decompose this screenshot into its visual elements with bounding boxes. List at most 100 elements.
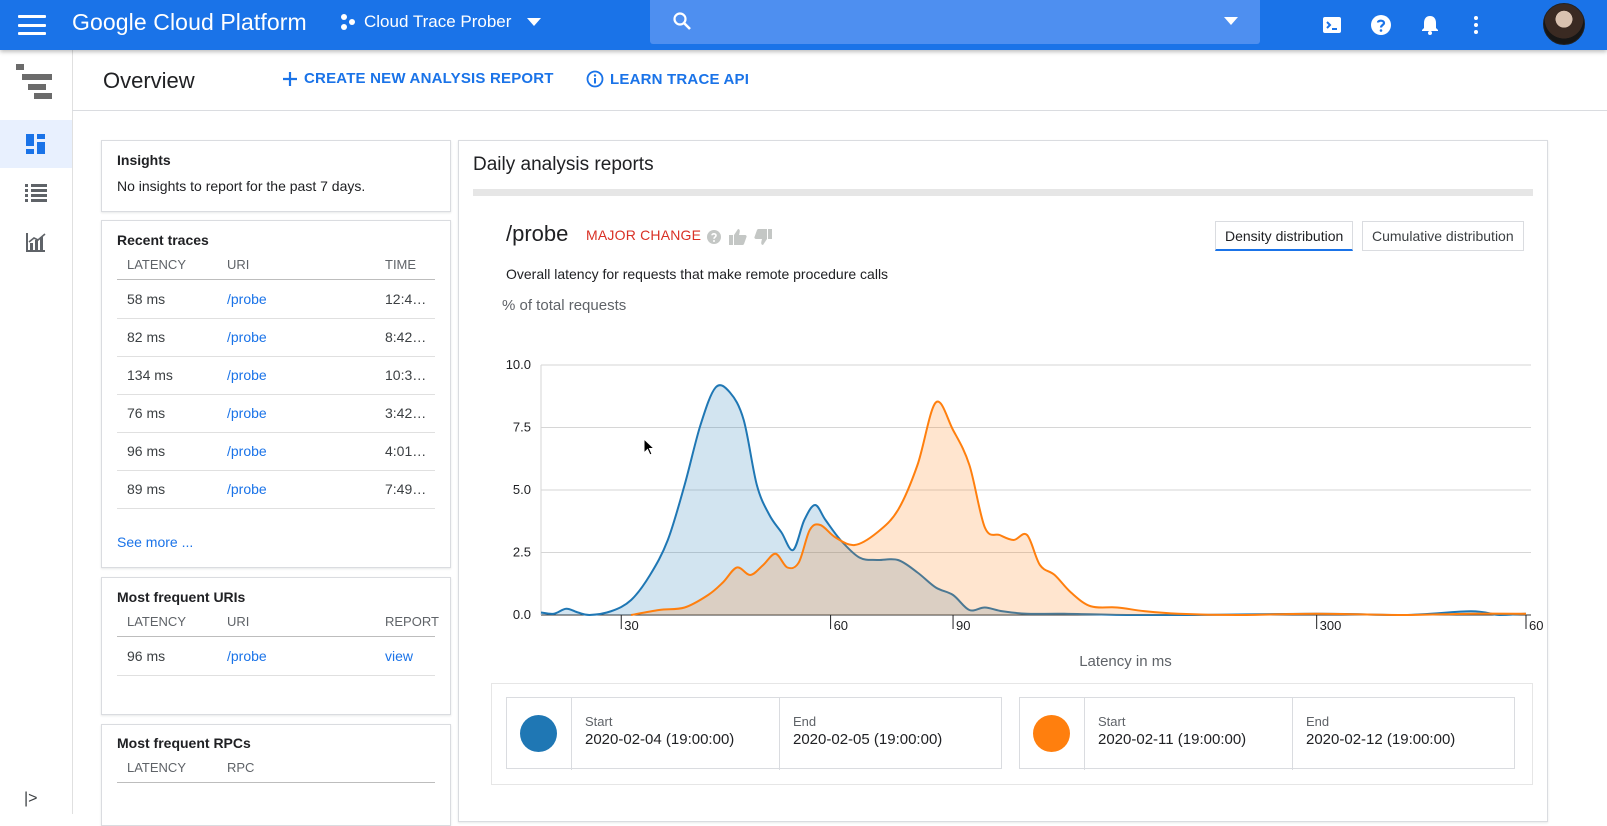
- learn-trace-api-button[interactable]: LEARN TRACE API: [586, 70, 749, 88]
- help-icon[interactable]: [706, 229, 722, 245]
- search-dropdown-icon[interactable]: [1224, 17, 1238, 25]
- project-selector[interactable]: Cloud Trace Prober: [340, 12, 542, 32]
- top-app-bar: Google Cloud Platform Cloud Trace Prober: [0, 0, 1607, 50]
- thumbs-up-icon[interactable]: [729, 229, 747, 245]
- help-icon[interactable]: [1369, 13, 1393, 37]
- notifications-icon[interactable]: [1418, 13, 1442, 37]
- create-analysis-report-button[interactable]: CREATE NEW ANALYSIS REPORT: [282, 70, 554, 87]
- more-vert-icon[interactable]: [1464, 13, 1488, 37]
- table-row[interactable]: 96 ms /probe view: [117, 637, 435, 676]
- trace-latency: 134 ms: [127, 367, 173, 383]
- start-label: Start: [1098, 714, 1126, 729]
- insights-title: Insights: [117, 152, 171, 168]
- trace-time: 7:49…: [385, 481, 427, 497]
- frequent-rpcs-card: Most frequent RPCs LATENCY RPC: [101, 724, 451, 826]
- trace-uri-link[interactable]: /probe: [227, 318, 267, 356]
- trace-time: 8:42…: [385, 329, 427, 345]
- x-tick-label: 60: [834, 618, 848, 633]
- trace-time: 4:01…: [385, 443, 427, 459]
- trace-uri-link[interactable]: /probe: [227, 280, 267, 318]
- density-distribution-tab[interactable]: Density distribution: [1215, 221, 1354, 251]
- insights-card: Insights No insights to report for the p…: [101, 140, 451, 212]
- legend-color-swatch: [520, 715, 557, 752]
- frequent-uris-title: Most frequent URIs: [117, 589, 246, 605]
- table-row[interactable]: 82 ms /probe 8:42…: [117, 318, 435, 357]
- learn-trace-api-label: LEARN TRACE API: [610, 70, 750, 88]
- info-icon: [586, 70, 604, 88]
- trace-uri-link[interactable]: /probe: [227, 394, 267, 432]
- nav-overview[interactable]: [0, 120, 72, 168]
- cumulative-distribution-tab[interactable]: Cumulative distribution: [1362, 221, 1524, 251]
- end-value: 2020-02-05 (19:00:00): [793, 731, 943, 748]
- left-nav: |>: [0, 50, 73, 814]
- y-tick-label: 0.0: [513, 607, 531, 622]
- platform-brand[interactable]: Google Cloud Platform: [72, 9, 307, 36]
- table-row[interactable]: 134 ms /probe 10:3…: [117, 356, 435, 395]
- end-value: 2020-02-12 (19:00:00): [1306, 731, 1456, 748]
- trace-latency: 96 ms: [127, 443, 166, 459]
- trace-time: 10:3…: [385, 367, 427, 383]
- chart-legend: Start 2020-02-04 (19:00:00) End 2020-02-…: [491, 683, 1533, 785]
- project-name: Cloud Trace Prober: [364, 12, 512, 31]
- column-time[interactable]: TIME: [385, 251, 416, 279]
- cloud-shell-icon[interactable]: [1320, 13, 1344, 37]
- x-tick-label: 300: [1320, 618, 1342, 633]
- page-header: Overview CREATE NEW ANALYSIS REPORT LEAR…: [72, 50, 1607, 111]
- table-row[interactable]: 96 ms /probe 4:01…: [117, 432, 435, 471]
- table-row[interactable]: 58 ms /probe 12:4…: [117, 280, 435, 319]
- latency-density-chart[interactable]: 0.0 2.5 5.0 7.5 10.0 30 60 90 300 60: [459, 341, 1547, 651]
- y-tick-label: 10.0: [506, 357, 531, 372]
- chevron-down-icon: [527, 18, 542, 26]
- column-uri[interactable]: URI: [227, 608, 249, 636]
- daily-analysis-reports-card: Daily analysis reports /probe MAJOR CHAN…: [458, 140, 1548, 822]
- column-report[interactable]: REPORT: [385, 608, 439, 636]
- x-tick-label: 90: [956, 618, 970, 633]
- legend-end: End 2020-02-05 (19:00:00): [779, 698, 999, 770]
- search-input[interactable]: [710, 8, 1194, 38]
- see-more-link[interactable]: See more ...: [117, 534, 193, 550]
- insights-message: No insights to report for the past 7 day…: [117, 178, 366, 194]
- frequent-rpcs-header: LATENCY RPC: [117, 754, 435, 783]
- project-icon: [341, 14, 355, 30]
- trace-time: 3:42…: [385, 405, 427, 421]
- column-rpc[interactable]: RPC: [227, 754, 254, 782]
- trace-uri-link[interactable]: /probe: [227, 356, 267, 394]
- thumbs-down-icon[interactable]: [754, 229, 772, 245]
- end-label: End: [793, 714, 817, 729]
- section-title: Daily analysis reports: [473, 154, 654, 175]
- column-uri[interactable]: URI: [227, 251, 249, 279]
- legend-start: Start 2020-02-11 (19:00:00): [1084, 698, 1292, 770]
- legend-item-comparison[interactable]: Start 2020-02-11 (19:00:00) End 2020-02-…: [1019, 697, 1515, 770]
- column-latency[interactable]: LATENCY: [127, 754, 186, 782]
- menu-icon[interactable]: [18, 12, 46, 38]
- legend-color-swatch: [1033, 715, 1070, 752]
- x-tick-label: 30: [624, 618, 638, 633]
- start-value: 2020-02-04 (19:00:00): [585, 731, 735, 748]
- search-bar[interactable]: [650, 0, 1260, 44]
- frequent-uris-card: Most frequent URIs LATENCY URI REPORT 96…: [101, 577, 451, 715]
- legend-item-baseline[interactable]: Start 2020-02-04 (19:00:00) End 2020-02-…: [506, 697, 1002, 770]
- nav-trace-list[interactable]: [0, 169, 72, 217]
- table-row[interactable]: 89 ms /probe 7:49…: [117, 470, 435, 509]
- expand-nav-icon[interactable]: |>: [24, 790, 38, 808]
- y-tick-label: 2.5: [513, 545, 531, 560]
- y-axis-label: % of total requests: [502, 297, 627, 314]
- uri-latency: 96 ms: [127, 648, 166, 664]
- account-avatar[interactable]: [1543, 3, 1585, 45]
- trace-uri-link[interactable]: /probe: [227, 432, 267, 470]
- uri-link[interactable]: /probe: [227, 637, 267, 675]
- legend-start: Start 2020-02-04 (19:00:00): [571, 698, 779, 770]
- recent-traces-card: Recent traces LATENCY URI TIME 58 ms /pr…: [101, 220, 451, 568]
- table-row[interactable]: 76 ms /probe 3:42…: [117, 394, 435, 433]
- mouse-cursor-icon: [643, 438, 656, 456]
- trace-uri-link[interactable]: /probe: [227, 470, 267, 508]
- y-tick-label: 7.5: [513, 420, 531, 435]
- search-icon: [673, 12, 691, 30]
- nav-analysis-reports[interactable]: [0, 218, 72, 266]
- add-icon: [283, 71, 297, 86]
- column-latency[interactable]: LATENCY: [127, 251, 186, 279]
- create-analysis-report-label: CREATE NEW ANALYSIS REPORT: [304, 70, 554, 87]
- view-report-link[interactable]: view: [385, 637, 413, 675]
- page-title: Overview: [103, 68, 195, 93]
- column-latency[interactable]: LATENCY: [127, 608, 186, 636]
